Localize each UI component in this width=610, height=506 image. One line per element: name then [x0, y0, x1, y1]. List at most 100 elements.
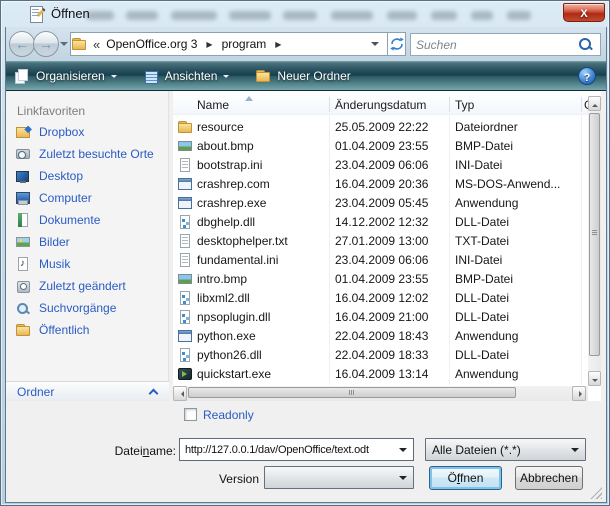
organize-button[interactable]: Organisieren: [6, 64, 125, 88]
file-row[interactable]: resource 25.05.2009 22:22 Dateiordner: [173, 118, 588, 137]
readonly-checkbox[interactable]: [184, 408, 197, 421]
search-icon[interactable]: [579, 38, 592, 51]
file-row[interactable]: crashrep.com 16.04.2009 20:36 MS-DOS-Anw…: [173, 175, 588, 194]
close-button[interactable]: X: [563, 3, 605, 22]
file-row[interactable]: libxml2.dll 16.04.2009 12:02 DLL-Datei: [173, 289, 588, 308]
new-folder-button[interactable]: Neuer Ordner: [247, 64, 358, 88]
file-type: DLL-Datei: [455, 215, 579, 229]
file-row[interactable]: about.bmp 01.04.2009 23:55 BMP-Datei: [173, 137, 588, 156]
scroll-up-button[interactable]: [588, 96, 601, 111]
help-button[interactable]: ?: [578, 67, 596, 85]
refresh-button[interactable]: [388, 32, 406, 56]
breadcrumb-separator-icon[interactable]: ▶: [201, 40, 217, 49]
sidebar-item[interactable]: Zuletzt besuchte Orte: [6, 143, 169, 165]
filetype-select[interactable]: Alle Dateien (*.*): [425, 438, 586, 461]
sidebar-item[interactable]: Zuletzt geändert: [6, 275, 169, 297]
breadcrumb-item[interactable]: program: [218, 37, 271, 51]
open-button[interactable]: Öffnen: [429, 466, 502, 490]
chevron-up-icon: [149, 389, 159, 399]
sort-ascending-icon: [245, 92, 253, 101]
file-date: 23.04.2009 06:06: [335, 253, 447, 267]
column-header-name[interactable]: Name: [197, 98, 325, 112]
scroll-down-button[interactable]: [588, 371, 601, 386]
breadcrumb-separator-icon[interactable]: ▶: [270, 40, 286, 49]
file-row[interactable]: python.exe 22.04.2009 18:43 Anwendung: [173, 327, 588, 346]
sidebar-item[interactable]: Bilder: [6, 231, 169, 253]
breadcrumb-item[interactable]: OpenOffice.org 3: [102, 37, 201, 51]
sidebar-item-icon: [15, 190, 31, 206]
file-type: Anwendung: [455, 367, 579, 381]
file-form: Readonly Dateiname: Alle Dateien (*.*) V…: [6, 401, 606, 502]
column-divider[interactable]: [581, 97, 582, 112]
version-select[interactable]: [264, 466, 414, 489]
file-date: 14.12.2002 12:32: [335, 215, 447, 229]
sidebar-item[interactable]: Dropbox: [6, 121, 169, 143]
sidebar-item[interactable]: Suchvorgänge: [6, 297, 169, 319]
column-divider[interactable]: [329, 97, 330, 112]
open-button-label: Öffnen: [430, 467, 501, 489]
resize-grip[interactable]: [590, 487, 602, 499]
sidebar-item[interactable]: Computer: [6, 187, 169, 209]
address-bar[interactable]: « OpenOffice.org 3 ▶ program ▶: [70, 32, 388, 56]
close-icon: X: [580, 8, 587, 20]
file-date: 16.04.2009 13:14: [335, 367, 447, 381]
sidebar-item-label: Computer: [39, 191, 92, 205]
file-row[interactable]: crashrep.exe 23.04.2009 05:45 Anwendung: [173, 194, 588, 213]
file-row[interactable]: intro.bmp 01.04.2009 23:55 BMP-Datei: [173, 270, 588, 289]
sidebar-item-label: Zuletzt besuchte Orte: [39, 147, 154, 161]
file-row[interactable]: desktophelper.txt 27.01.2009 13:00 TXT-D…: [173, 232, 588, 251]
sidebar-item-icon: [15, 212, 31, 228]
filename-label-post: ame:: [149, 444, 176, 458]
sidebar-item[interactable]: Desktop: [6, 165, 169, 187]
file-row[interactable]: bootstrap.ini 23.04.2009 06:06 INI-Datei: [173, 156, 588, 175]
breadcrumb-overflow-chevron[interactable]: «: [87, 37, 102, 52]
address-dropdown-icon[interactable]: [371, 42, 379, 50]
file-list: Name Änderungsdatum Typ G r: [173, 91, 601, 401]
file-row[interactable]: fundamental.ini 23.04.2009 06:06 INI-Dat…: [173, 251, 588, 270]
file-date: 01.04.2009 23:55: [335, 272, 447, 286]
filename-dropdown-icon[interactable]: [399, 448, 407, 456]
search-input[interactable]: [416, 35, 576, 54]
file-row[interactable]: python26.dll 22.04.2009 18:33 DLL-Datei: [173, 346, 588, 365]
file-date: 27.01.2009 13:00: [335, 234, 447, 248]
horizontal-scroll-thumb[interactable]: [188, 387, 516, 398]
folders-expander[interactable]: Ordner: [6, 381, 169, 401]
vertical-scrollbar[interactable]: [588, 96, 601, 386]
titlebar[interactable]: Öffnen X: [1, 1, 610, 27]
sidebar-item[interactable]: Musik: [6, 253, 169, 275]
cancel-button[interactable]: Abbrechen: [515, 466, 583, 490]
column-divider[interactable]: [449, 97, 450, 112]
views-label: Ansichten: [165, 69, 218, 83]
refresh-icon: [390, 37, 404, 51]
column-header-type[interactable]: Typ: [455, 98, 575, 112]
views-icon: [143, 68, 159, 84]
file-icon: [177, 233, 193, 249]
organize-label: Organisieren: [36, 69, 105, 83]
background-blur: [471, 11, 493, 20]
column-header-date[interactable]: Änderungsdatum: [335, 98, 445, 112]
file-row[interactable]: npsoplugin.dll 16.04.2009 21:00 DLL-Date…: [173, 308, 588, 327]
sidebar-item[interactable]: Öffentlich: [6, 319, 169, 341]
file-type: MS-DOS-Anwend...: [455, 177, 579, 191]
file-row[interactable]: dbghelp.dll 14.12.2002 12:32 DLL-Datei: [173, 213, 588, 232]
file-icon: [177, 195, 193, 211]
sidebar-item[interactable]: Dokumente: [6, 209, 169, 231]
version-label: Version: [169, 472, 259, 486]
dialog-client-area: ← → « OpenOffice.org 3 ▶ program ▶: [5, 27, 607, 503]
scroll-left-button[interactable]: [173, 386, 187, 401]
file-type: TXT-Datei: [455, 234, 579, 248]
file-row[interactable]: quickstart.exe 16.04.2009 13:14 Anwendun…: [173, 365, 588, 384]
back-button[interactable]: ←: [9, 31, 35, 57]
horizontal-scrollbar[interactable]: [173, 386, 588, 401]
sidebar-item-icon: [15, 300, 31, 316]
filename-input[interactable]: [181, 440, 393, 459]
forward-button[interactable]: →: [33, 31, 59, 57]
favorites-sidebar: Linkfavoriten Dropbox Zuletzt besuchte O…: [6, 91, 169, 401]
history-dropdown-icon[interactable]: [60, 42, 68, 50]
scroll-right-button[interactable]: [572, 386, 586, 401]
file-icon: [177, 252, 193, 268]
views-button[interactable]: Ansichten: [135, 64, 238, 88]
file-date: 16.04.2009 21:00: [335, 310, 447, 324]
sidebar-item-label: Zuletzt geändert: [39, 279, 126, 293]
vertical-scroll-thumb[interactable]: [589, 113, 600, 356]
